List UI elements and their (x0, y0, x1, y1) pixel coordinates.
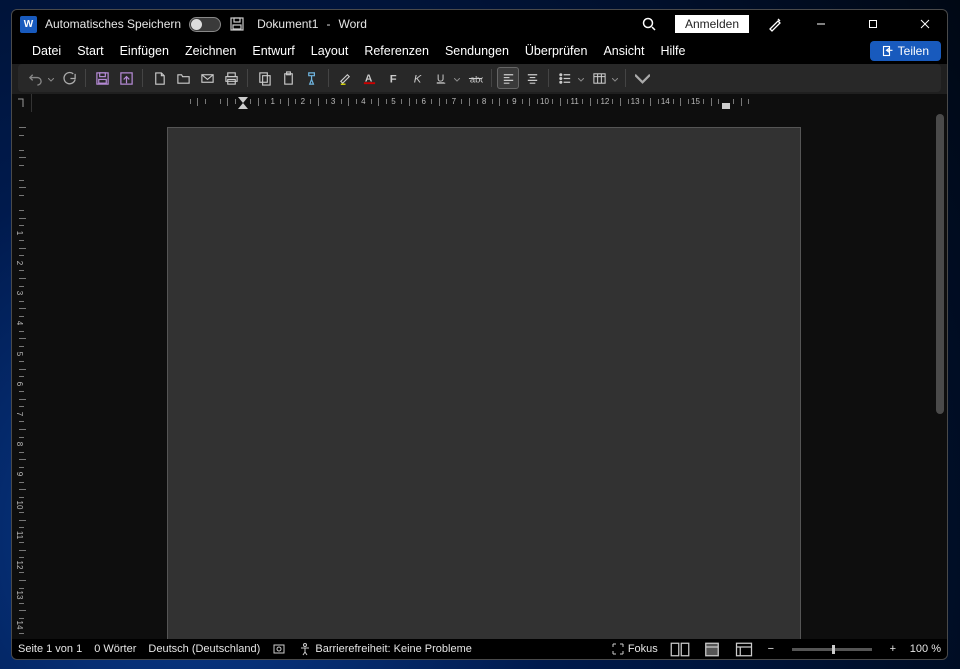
tab-referenzen[interactable]: Referenzen (356, 39, 437, 63)
mail-button[interactable] (196, 67, 218, 89)
tab-einfuegen[interactable]: Einfügen (112, 39, 177, 63)
accessibility-status[interactable]: Barrierefreiheit: Keine Probleme (298, 642, 472, 656)
table-button[interactable] (588, 67, 610, 89)
share-label: Teilen (898, 44, 929, 58)
save-button[interactable] (91, 67, 113, 89)
undo-button[interactable] (24, 67, 46, 89)
svg-text:abc: abc (469, 74, 482, 84)
format-painter-button[interactable] (301, 67, 323, 89)
font-color-button[interactable]: A (358, 67, 380, 89)
bold-button[interactable]: F (382, 67, 404, 89)
macro-icon[interactable] (272, 642, 286, 656)
ruler-corner-icon (12, 94, 32, 112)
tab-datei[interactable]: Datei (24, 39, 69, 63)
copy-button[interactable] (253, 67, 275, 89)
strikethrough-button[interactable]: abc (464, 67, 486, 89)
zoom-in-button[interactable]: + (888, 643, 898, 655)
app-name-label: Word (338, 17, 366, 31)
tab-zeichnen[interactable]: Zeichnen (177, 39, 244, 63)
zoom-level[interactable]: 100 % (910, 643, 941, 655)
title-bar: W Automatisches Speichern Dokument1 - Wo… (12, 10, 947, 38)
signin-button[interactable]: Anmelden (675, 15, 749, 33)
focus-mode-button[interactable]: Fokus (611, 642, 658, 656)
tab-start[interactable]: Start (69, 39, 111, 63)
zoom-slider[interactable] (792, 648, 872, 651)
autosave-toggle[interactable] (189, 17, 221, 32)
print-layout-button[interactable] (702, 641, 722, 657)
accessibility-icon (298, 642, 312, 656)
open-button[interactable] (172, 67, 194, 89)
align-left-button[interactable] (497, 67, 519, 89)
ribbon-tabs: Datei Start Einfügen Zeichnen Entwurf La… (12, 38, 947, 64)
close-button[interactable] (903, 10, 947, 38)
scrollbar-thumb[interactable] (936, 114, 944, 414)
document-title: Dokument1 (257, 17, 318, 31)
word-app-icon: W (20, 16, 37, 33)
horizontal-ruler[interactable]: 123456789101112131415 (12, 94, 947, 112)
document-canvas[interactable] (32, 112, 933, 639)
underline-button[interactable]: U (430, 67, 452, 89)
word-count[interactable]: 0 Wörter (94, 643, 136, 655)
bullet-dropdown-icon[interactable] (578, 69, 586, 87)
vertical-scrollbar[interactable] (933, 112, 947, 639)
undo-dropdown-icon[interactable] (48, 69, 56, 87)
status-bar: Seite 1 von 1 0 Wörter Deutsch (Deutschl… (12, 639, 947, 659)
bullet-list-button[interactable] (554, 67, 576, 89)
read-mode-button[interactable] (670, 641, 690, 657)
saveas-button[interactable] (115, 67, 137, 89)
search-icon[interactable] (641, 16, 657, 32)
redo-button[interactable] (58, 67, 80, 89)
focus-label: Fokus (628, 643, 658, 655)
svg-text:F: F (389, 73, 396, 85)
app-window: W Automatisches Speichern Dokument1 - Wo… (11, 9, 948, 660)
tab-entwurf[interactable]: Entwurf (244, 39, 302, 63)
share-button[interactable]: Teilen (870, 41, 941, 61)
print-button[interactable] (220, 67, 242, 89)
save-icon[interactable] (229, 16, 245, 32)
page-info[interactable]: Seite 1 von 1 (18, 643, 82, 655)
tab-ansicht[interactable]: Ansicht (595, 39, 652, 63)
minimize-button[interactable] (799, 10, 843, 38)
vertical-ruler[interactable]: 1234567891011121314 (12, 112, 32, 639)
highlight-button[interactable] (334, 67, 356, 89)
paste-button[interactable] (277, 67, 299, 89)
autosave-label: Automatisches Speichern (45, 17, 181, 31)
more-commands-icon[interactable] (631, 67, 653, 89)
align-center-button[interactable] (521, 67, 543, 89)
document-page[interactable] (167, 127, 801, 639)
quick-toolbar: A F K U abc (18, 64, 941, 92)
table-dropdown-icon[interactable] (612, 69, 620, 87)
focus-icon (611, 642, 625, 656)
svg-text:K: K (413, 73, 421, 85)
svg-text:U: U (436, 73, 443, 84)
tab-sendungen[interactable]: Sendungen (437, 39, 517, 63)
tab-layout[interactable]: Layout (303, 39, 357, 63)
accessibility-label: Barrierefreiheit: Keine Probleme (315, 643, 472, 655)
zoom-out-button[interactable]: − (766, 643, 776, 655)
language-status[interactable]: Deutsch (Deutschland) (148, 643, 260, 655)
underline-dropdown-icon[interactable] (454, 69, 462, 87)
title-separator: - (326, 17, 330, 31)
tab-ueberpruefen[interactable]: Überprüfen (517, 39, 596, 63)
document-area: 1234567891011121314 (12, 112, 947, 639)
tab-hilfe[interactable]: Hilfe (652, 39, 693, 63)
new-doc-button[interactable] (148, 67, 170, 89)
zoom-slider-thumb[interactable] (832, 645, 835, 654)
maximize-button[interactable] (851, 10, 895, 38)
coming-soon-icon[interactable] (767, 16, 783, 32)
web-layout-button[interactable] (734, 641, 754, 657)
italic-button[interactable]: K (406, 67, 428, 89)
